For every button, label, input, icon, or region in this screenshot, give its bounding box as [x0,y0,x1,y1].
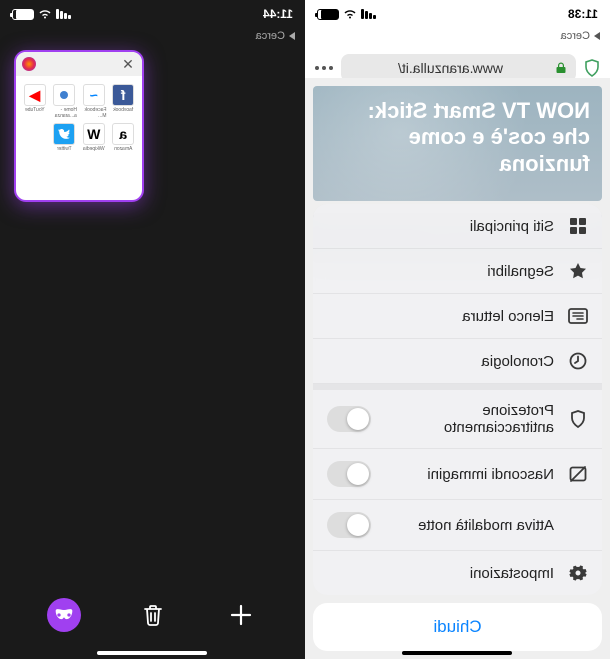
menu-bookmarks[interactable]: Segnalibri [313,249,602,294]
menu-settings[interactable]: Impostazioni [313,551,602,595]
tile-wikipedia[interactable]: WWikipedia [81,123,107,152]
mask-icon [54,609,74,621]
status-bar: 11:44 [0,0,305,28]
amazon-icon: a [112,123,134,145]
private-mode-button[interactable] [46,597,82,633]
close-tab-button[interactable]: ✕ [120,56,136,72]
delete-button[interactable] [135,597,171,633]
search-hint-label: Cerca [256,30,285,42]
battery-icon [317,9,339,20]
play-triangle-icon [289,32,295,40]
wikipedia-icon: W [83,123,105,145]
status-bar: 11:38 [305,0,610,28]
clock-icon [568,351,588,371]
night-toggle[interactable] [327,512,371,538]
tile-messenger[interactable]: ~Facebook M... [81,84,107,119]
tab-thumb-header: ✕ [16,52,142,76]
banner-title: NOW TV Smart Stick: che cos'è e come fun… [368,98,590,176]
messenger-icon: ~ [83,84,105,106]
signal-icon [56,9,71,19]
grid-icon [568,216,588,236]
menu-night-mode[interactable]: Attiva modalità notte [313,500,602,551]
wifi-icon [38,9,52,19]
search-hint-row: Cerca [0,28,305,46]
search-hint-row: Cerca [305,28,610,46]
tile-twitter[interactable]: Twitter [52,123,78,152]
no-image-icon [568,464,588,484]
signal-icon [361,9,376,19]
tile-aranzulla[interactable]: Home - a...aranza [52,84,78,119]
private-tab-thumbnail[interactable]: ✕ ffacebook ~Facebook M... Home - a...ar… [14,50,144,202]
images-toggle[interactable] [327,461,371,487]
menu-tracking-protection[interactable]: Protezione antitracciamento [313,390,602,449]
site-icon [53,84,75,106]
page-content: NOW TV Smart Stick: che cos'è e come fun… [305,78,610,659]
firefox-icon [22,57,36,71]
browser-menu-screen: 11:38 Cerca www.aranzulla.it/ NOW TV Sma… [305,0,610,659]
menu-close-button[interactable]: Chiudi [313,603,602,651]
shield-icon [568,409,588,429]
menu-top-sites[interactable]: Siti principali [313,204,602,249]
article-banner[interactable]: NOW TV Smart Stick: che cos'è e come fun… [313,86,602,201]
gear-icon [568,563,588,583]
top-sites-grid: ffacebook ~Facebook M... Home - a...aran… [16,76,142,160]
home-indicator [403,651,513,655]
private-tabs-screen: 11:44 Cerca ✕ ffacebook ~Facebook M... H… [0,0,305,659]
tile-youtube[interactable]: ▶YouTube [22,84,48,119]
menu-hide-images[interactable]: Nascondi immagini [313,449,602,500]
wifi-icon [343,9,357,19]
status-time: 11:44 [263,7,293,21]
search-hint-label: Cerca [561,30,590,42]
menu-sheet: Siti principali Segnalibri Elenco lettur… [313,204,602,651]
play-triangle-icon [594,32,600,40]
page-actions-button[interactable] [315,66,333,70]
tracking-shield-icon[interactable] [584,59,600,77]
menu-panel: Siti principali Segnalibri Elenco lettur… [313,204,602,595]
lock-icon [556,62,566,74]
moon-icon [568,515,588,535]
youtube-icon: ▶ [24,84,46,106]
reading-list-icon [568,306,588,326]
menu-history[interactable]: Cronologia [313,339,602,384]
status-right-icons [12,9,71,20]
star-icon [568,261,588,281]
twitter-icon [53,123,75,145]
new-tab-button[interactable] [223,597,259,633]
bottom-toolbar [0,589,305,641]
home-indicator [98,651,208,655]
tracking-toggle[interactable] [327,406,371,432]
tile-facebook[interactable]: ffacebook [111,84,137,119]
facebook-icon: f [112,84,134,106]
menu-reading-list[interactable]: Elenco lettura [313,294,602,339]
status-right-icons [317,9,376,20]
url-text: www.aranzulla.it/ [351,60,550,76]
battery-icon [12,9,34,20]
status-time: 11:38 [568,7,598,21]
tile-amazon[interactable]: aAmazon [111,123,137,152]
